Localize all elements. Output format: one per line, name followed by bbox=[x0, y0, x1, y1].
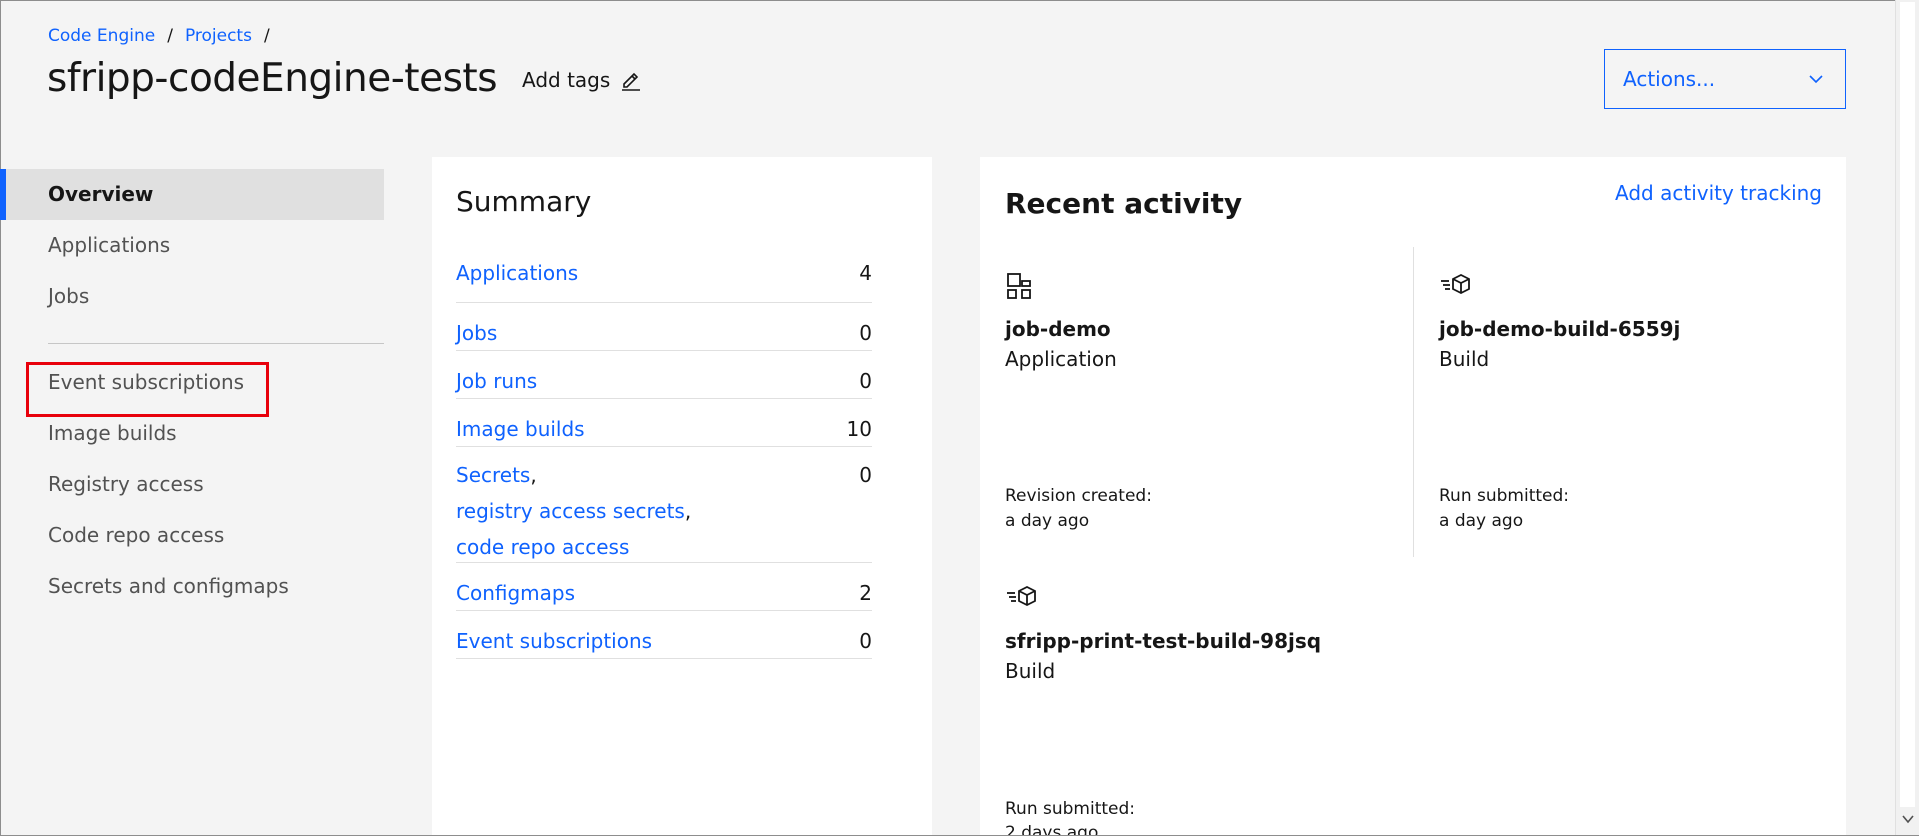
summary-link-job-runs[interactable]: Job runs bbox=[456, 351, 537, 398]
application-icon bbox=[1007, 273, 1031, 299]
sidebar-item-overview[interactable]: Overview bbox=[0, 169, 384, 220]
activity-meta-label: Run submitted: bbox=[1439, 486, 1570, 506]
summary-link-registry-access-secrets[interactable]: registry access secrets bbox=[456, 499, 685, 523]
breadcrumb-separator: / bbox=[167, 26, 173, 46]
activity-tile[interactable]: job-demo-build-6559j Build Run submitted… bbox=[1439, 271, 1839, 571]
scrollbar-thumb[interactable] bbox=[1900, 2, 1915, 807]
sidebar-nav: Overview Applications Jobs Event subscri… bbox=[0, 169, 384, 612]
summary-row: Event subscriptions 0 bbox=[456, 611, 872, 659]
window-border-top bbox=[0, 0, 1919, 1]
chevron-down-icon bbox=[1809, 75, 1823, 84]
summary-row: Job runs 0 bbox=[456, 351, 872, 399]
summary-count: 4 bbox=[859, 261, 872, 285]
sidebar-item-image-builds[interactable]: Image builds bbox=[0, 408, 384, 459]
activity-name: job-demo-build-6559j bbox=[1439, 317, 1681, 341]
summary-link-configmaps[interactable]: Configmaps bbox=[456, 563, 575, 610]
summary-link-image-builds[interactable]: Image builds bbox=[456, 399, 585, 446]
activity-name: job-demo bbox=[1005, 317, 1111, 341]
sidebar-item-code-repo-access[interactable]: Code repo access bbox=[0, 510, 384, 561]
build-icon bbox=[1007, 585, 1036, 607]
comma-separator: , bbox=[530, 463, 537, 487]
vertical-scrollbar[interactable] bbox=[1895, 0, 1919, 836]
summary-count: 10 bbox=[846, 417, 872, 441]
breadcrumb-projects[interactable]: Projects bbox=[185, 26, 252, 46]
summary-count: 0 bbox=[859, 321, 872, 345]
activity-meta-value: a day ago bbox=[1439, 511, 1524, 531]
breadcrumb-code-engine[interactable]: Code Engine bbox=[48, 26, 155, 46]
summary-count: 0 bbox=[859, 369, 872, 393]
actions-dropdown[interactable]: Actions... bbox=[1604, 49, 1846, 109]
activity-tile[interactable]: sfripp-print-test-build-98jsq Build Run … bbox=[1005, 583, 1405, 836]
activity-divider bbox=[1413, 247, 1414, 557]
summary-link-applications[interactable]: Applications bbox=[456, 255, 578, 302]
build-icon bbox=[1441, 273, 1470, 295]
activity-meta-label: Run submitted: bbox=[1005, 799, 1136, 819]
summary-link-event-subscriptions[interactable]: Event subscriptions bbox=[456, 611, 652, 658]
summary-row: Image builds 10 bbox=[456, 399, 872, 447]
summary-link-code-repo-access[interactable]: code repo access bbox=[456, 529, 691, 565]
activity-title: Recent activity bbox=[1005, 187, 1243, 220]
recent-activity-card: Recent activity Add activity tracking jo… bbox=[980, 157, 1846, 836]
comma-separator: , bbox=[684, 499, 692, 523]
sidebar-item-registry-access[interactable]: Registry access bbox=[0, 459, 384, 510]
summary-count: 2 bbox=[859, 581, 872, 605]
summary-count: 0 bbox=[859, 463, 872, 487]
sidebar-item-event-subscriptions[interactable]: Event subscriptions bbox=[0, 357, 384, 408]
page-title: sfripp-codeEngine-tests bbox=[47, 56, 498, 101]
edit-icon bbox=[622, 72, 641, 91]
summary-row: Applications 4 bbox=[456, 255, 872, 303]
summary-count: 0 bbox=[859, 629, 872, 653]
summary-link-secrets[interactable]: Secrets bbox=[456, 463, 530, 487]
summary-row: Configmaps 2 bbox=[456, 563, 872, 611]
summary-secrets-links: Secrets, registry access secrets, code r… bbox=[456, 457, 691, 562]
add-activity-tracking-link[interactable]: Add activity tracking bbox=[1615, 181, 1822, 205]
summary-title: Summary bbox=[456, 185, 592, 218]
sidebar-item-jobs[interactable]: Jobs bbox=[0, 271, 384, 322]
sidebar-item-secrets-configmaps[interactable]: Secrets and configmaps bbox=[0, 561, 384, 612]
activity-tile[interactable]: job-demo Application Revision created: a… bbox=[1005, 271, 1405, 571]
activity-type: Application bbox=[1005, 347, 1117, 371]
activity-meta-label: Revision created: bbox=[1005, 486, 1152, 506]
sidebar-item-applications[interactable]: Applications bbox=[0, 220, 384, 271]
breadcrumb: Code Engine / Projects / bbox=[48, 26, 270, 46]
scroll-down-arrow-icon[interactable] bbox=[1901, 812, 1915, 826]
summary-card: Summary Applications 4 Jobs 0 Job runs 0… bbox=[432, 157, 932, 836]
actions-label: Actions... bbox=[1623, 67, 1716, 91]
sidebar-divider bbox=[48, 343, 384, 344]
summary-link-jobs[interactable]: Jobs bbox=[456, 303, 497, 350]
activity-name: sfripp-print-test-build-98jsq bbox=[1005, 629, 1322, 653]
add-tags-button[interactable]: Add tags bbox=[522, 68, 642, 92]
activity-type: Build bbox=[1439, 347, 1490, 371]
breadcrumb-separator: / bbox=[263, 26, 270, 46]
activity-type: Build bbox=[1005, 659, 1056, 683]
activity-meta-value: a day ago bbox=[1005, 511, 1090, 531]
summary-row: Secrets, registry access secrets, code r… bbox=[456, 447, 872, 563]
add-tags-label: Add tags bbox=[522, 68, 611, 92]
summary-row: Jobs 0 bbox=[456, 303, 872, 351]
